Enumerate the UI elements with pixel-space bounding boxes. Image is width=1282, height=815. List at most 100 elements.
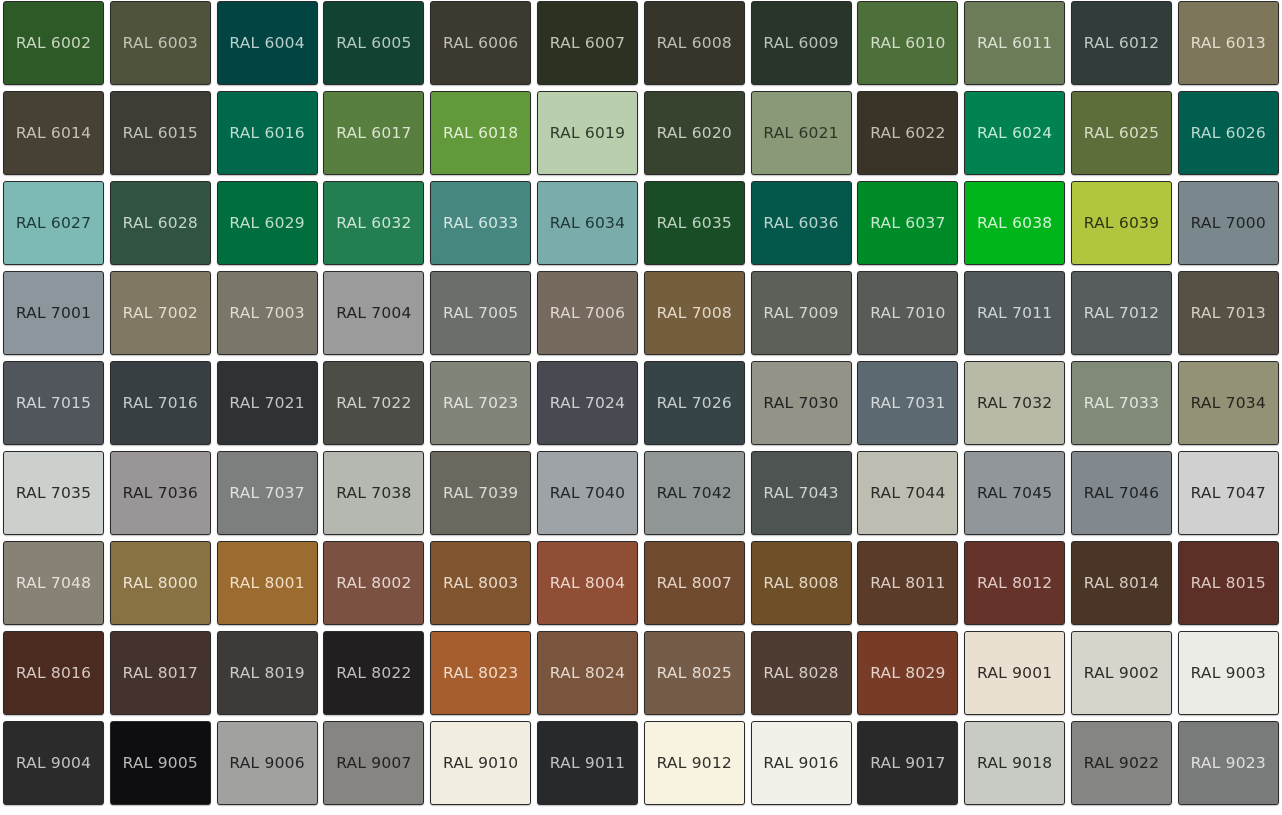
color-swatch[interactable]: RAL 8000 (109, 541, 211, 625)
color-swatch[interactable]: RAL 7037 (216, 451, 318, 535)
color-swatch[interactable]: RAL 8028 (750, 631, 852, 715)
color-swatch[interactable]: RAL 8012 (964, 541, 1066, 625)
color-swatch[interactable]: RAL 6016 (216, 91, 318, 175)
color-swatch[interactable]: RAL 7024 (536, 361, 638, 445)
color-swatch[interactable]: RAL 6026 (1177, 91, 1279, 175)
color-swatch[interactable]: RAL 7004 (323, 271, 425, 355)
color-swatch[interactable]: RAL 7034 (1177, 361, 1279, 445)
color-swatch[interactable]: RAL 8022 (323, 631, 425, 715)
color-swatch[interactable]: RAL 7000 (1177, 181, 1279, 265)
color-swatch[interactable]: RAL 7013 (1177, 271, 1279, 355)
color-swatch[interactable]: RAL 7038 (323, 451, 425, 535)
color-swatch[interactable]: RAL 6004 (216, 1, 318, 85)
color-swatch[interactable]: RAL 6013 (1177, 1, 1279, 85)
color-swatch[interactable]: RAL 8008 (750, 541, 852, 625)
color-swatch[interactable]: RAL 6022 (857, 91, 959, 175)
color-swatch[interactable]: RAL 6005 (323, 1, 425, 85)
color-swatch[interactable]: RAL 7030 (750, 361, 852, 445)
color-swatch[interactable]: RAL 7005 (430, 271, 532, 355)
color-swatch[interactable]: RAL 8029 (857, 631, 959, 715)
color-swatch[interactable]: RAL 8004 (536, 541, 638, 625)
color-swatch[interactable]: RAL 7047 (1177, 451, 1279, 535)
color-swatch[interactable]: RAL 7042 (643, 451, 745, 535)
color-swatch[interactable]: RAL 9003 (1177, 631, 1279, 715)
color-swatch[interactable]: RAL 6018 (430, 91, 532, 175)
color-swatch[interactable]: RAL 7001 (3, 271, 104, 355)
color-swatch[interactable]: RAL 7023 (430, 361, 532, 445)
color-swatch[interactable]: RAL 6034 (536, 181, 638, 265)
color-swatch[interactable]: RAL 8024 (536, 631, 638, 715)
color-swatch[interactable]: RAL 6027 (3, 181, 104, 265)
color-swatch[interactable]: RAL 7031 (857, 361, 959, 445)
color-swatch[interactable]: RAL 7009 (750, 271, 852, 355)
color-swatch[interactable]: RAL 7036 (109, 451, 211, 535)
color-swatch[interactable]: RAL 9002 (1070, 631, 1172, 715)
color-swatch[interactable]: RAL 9022 (1070, 721, 1172, 805)
color-swatch[interactable]: RAL 6025 (1070, 91, 1172, 175)
color-swatch[interactable]: RAL 6011 (964, 1, 1066, 85)
color-swatch[interactable]: RAL 6038 (964, 181, 1066, 265)
color-swatch[interactable]: RAL 8011 (857, 541, 959, 625)
color-swatch[interactable]: RAL 8016 (3, 631, 104, 715)
color-swatch[interactable]: RAL 6037 (857, 181, 959, 265)
color-swatch[interactable]: RAL 8014 (1070, 541, 1172, 625)
color-swatch[interactable]: RAL 7039 (430, 451, 532, 535)
color-swatch[interactable]: RAL 9023 (1177, 721, 1279, 805)
color-swatch[interactable]: RAL 7002 (109, 271, 211, 355)
color-swatch[interactable]: RAL 6003 (109, 1, 211, 85)
color-swatch[interactable]: RAL 9017 (857, 721, 959, 805)
color-swatch[interactable]: RAL 6009 (750, 1, 852, 85)
color-swatch[interactable]: RAL 6024 (964, 91, 1066, 175)
color-swatch[interactable]: RAL 6033 (430, 181, 532, 265)
color-swatch[interactable]: RAL 6035 (643, 181, 745, 265)
color-swatch[interactable]: RAL 6014 (3, 91, 104, 175)
color-swatch[interactable]: RAL 7022 (323, 361, 425, 445)
color-swatch[interactable]: RAL 9018 (964, 721, 1066, 805)
color-swatch[interactable]: RAL 6010 (857, 1, 959, 85)
color-swatch[interactable]: RAL 6012 (1070, 1, 1172, 85)
color-swatch[interactable]: RAL 8001 (216, 541, 318, 625)
color-swatch[interactable]: RAL 9006 (216, 721, 318, 805)
color-swatch[interactable]: RAL 6028 (109, 181, 211, 265)
color-swatch[interactable]: RAL 7044 (857, 451, 959, 535)
color-swatch[interactable]: RAL 7035 (3, 451, 104, 535)
color-swatch[interactable]: RAL 8017 (109, 631, 211, 715)
color-swatch[interactable]: RAL 9004 (3, 721, 104, 805)
color-swatch[interactable]: RAL 6036 (750, 181, 852, 265)
color-swatch[interactable]: RAL 7033 (1070, 361, 1172, 445)
color-swatch[interactable]: RAL 7003 (216, 271, 318, 355)
color-swatch[interactable]: RAL 9012 (643, 721, 745, 805)
color-swatch[interactable]: RAL 7040 (536, 451, 638, 535)
color-swatch[interactable]: RAL 8007 (643, 541, 745, 625)
color-swatch[interactable]: RAL 6002 (3, 1, 104, 85)
color-swatch[interactable]: RAL 7043 (750, 451, 852, 535)
color-swatch[interactable]: RAL 8002 (323, 541, 425, 625)
color-swatch[interactable]: RAL 6020 (643, 91, 745, 175)
color-swatch[interactable]: RAL 8019 (216, 631, 318, 715)
color-swatch[interactable]: RAL 7015 (3, 361, 104, 445)
color-swatch[interactable]: RAL 7012 (1070, 271, 1172, 355)
color-swatch[interactable]: RAL 7011 (964, 271, 1066, 355)
color-swatch[interactable]: RAL 7010 (857, 271, 959, 355)
color-swatch[interactable]: RAL 8025 (643, 631, 745, 715)
color-swatch[interactable]: RAL 9001 (964, 631, 1066, 715)
color-swatch[interactable]: RAL 6006 (430, 1, 532, 85)
color-swatch[interactable]: RAL 6017 (323, 91, 425, 175)
color-swatch[interactable]: RAL 7021 (216, 361, 318, 445)
color-swatch[interactable]: RAL 7006 (536, 271, 638, 355)
color-swatch[interactable]: RAL 7026 (643, 361, 745, 445)
color-swatch[interactable]: RAL 6029 (216, 181, 318, 265)
color-swatch[interactable]: RAL 9005 (109, 721, 211, 805)
color-swatch[interactable]: RAL 6021 (750, 91, 852, 175)
color-swatch[interactable]: RAL 7016 (109, 361, 211, 445)
color-swatch[interactable]: RAL 8003 (430, 541, 532, 625)
color-swatch[interactable]: RAL 6007 (536, 1, 638, 85)
color-swatch[interactable]: RAL 7048 (3, 541, 104, 625)
color-swatch[interactable]: RAL 8015 (1177, 541, 1279, 625)
color-swatch[interactable]: RAL 6008 (643, 1, 745, 85)
color-swatch[interactable]: RAL 6015 (109, 91, 211, 175)
color-swatch[interactable]: RAL 6039 (1070, 181, 1172, 265)
color-swatch[interactable]: RAL 9007 (323, 721, 425, 805)
color-swatch[interactable]: RAL 9010 (430, 721, 532, 805)
color-swatch[interactable]: RAL 7045 (964, 451, 1066, 535)
